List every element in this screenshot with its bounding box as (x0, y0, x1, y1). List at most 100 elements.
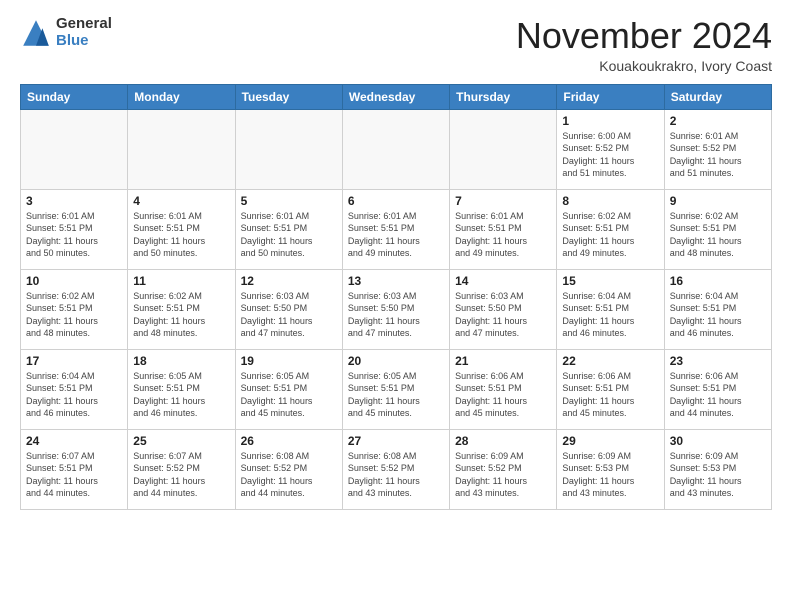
calendar-cell: 23 Sunrise: 6:06 AMSunset: 5:51 PMDayligh… (664, 349, 771, 429)
calendar-cell: 1 Sunrise: 6:00 AMSunset: 5:52 PMDaylight… (557, 109, 664, 189)
day-number: 16 (670, 274, 766, 288)
logo-blue: Blue (56, 33, 112, 50)
day-number: 6 (348, 194, 444, 208)
day-number: 11 (133, 274, 229, 288)
calendar-header-row: SundayMondayTuesdayWednesdayThursdayFrid… (21, 84, 772, 109)
header: General Blue November 2024 Kouakoukrakro… (20, 16, 772, 74)
cell-info: Sunrise: 6:03 AMSunset: 5:50 PMDaylight:… (348, 290, 444, 340)
day-number: 7 (455, 194, 551, 208)
calendar-cell: 28Sunrise: 6:09 AMSunset: 5:52 PMDayligh… (450, 429, 557, 509)
calendar-week-2: 3 Sunrise: 6:01 AMSunset: 5:51 PMDaylight… (21, 189, 772, 269)
calendar-cell (235, 109, 342, 189)
cell-info: Sunrise: 6:09 AMSunset: 5:53 PMDaylight:… (562, 450, 658, 500)
day-number: 21 (455, 354, 551, 368)
calendar-cell: 10 Sunrise: 6:02 AMSunset: 5:51 PMDayligh… (21, 269, 128, 349)
calendar-cell: 25 Sunrise: 6:07 AMSunset: 5:52 PMDayligh… (128, 429, 235, 509)
calendar-cell: 20 Sunrise: 6:05 AMSunset: 5:51 PMDayligh… (342, 349, 449, 429)
calendar-cell: 19Sunrise: 6:05 AMSunset: 5:51 PMDayligh… (235, 349, 342, 429)
calendar-cell: 13 Sunrise: 6:03 AMSunset: 5:50 PMDayligh… (342, 269, 449, 349)
day-number: 1 (562, 114, 658, 128)
day-number: 17 (26, 354, 122, 368)
calendar-cell: 30 Sunrise: 6:09 AMSunset: 5:53 PMDayligh… (664, 429, 771, 509)
day-number: 18 (133, 354, 229, 368)
calendar-cell: 7 Sunrise: 6:01 AMSunset: 5:51 PMDaylight… (450, 189, 557, 269)
calendar-cell: 15 Sunrise: 6:04 AMSunset: 5:51 PMDayligh… (557, 269, 664, 349)
day-number: 28 (455, 434, 551, 448)
calendar-subtitle: Kouakoukrakro, Ivory Coast (516, 58, 772, 74)
day-number: 24 (26, 434, 122, 448)
day-number: 14 (455, 274, 551, 288)
cell-info: Sunrise: 6:04 AMSunset: 5:51 PMDaylight:… (26, 370, 122, 420)
cell-info: Sunrise: 6:07 AMSunset: 5:52 PMDaylight:… (133, 450, 229, 500)
cell-info: Sunrise: 6:01 AMSunset: 5:51 PMDaylight:… (26, 210, 122, 260)
calendar-week-3: 10 Sunrise: 6:02 AMSunset: 5:51 PMDayligh… (21, 269, 772, 349)
day-number: 4 (133, 194, 229, 208)
logo-text: General Blue (56, 16, 112, 49)
cell-info: Sunrise: 6:07 AMSunset: 5:51 PMDaylight:… (26, 450, 122, 500)
day-number: 30 (670, 434, 766, 448)
calendar-cell: 22 Sunrise: 6:06 AMSunset: 5:51 PMDayligh… (557, 349, 664, 429)
col-header-thursday: Thursday (450, 84, 557, 109)
day-number: 26 (241, 434, 337, 448)
day-number: 20 (348, 354, 444, 368)
calendar-cell: 29Sunrise: 6:09 AMSunset: 5:53 PMDayligh… (557, 429, 664, 509)
col-header-saturday: Saturday (664, 84, 771, 109)
cell-info: Sunrise: 6:09 AMSunset: 5:53 PMDaylight:… (670, 450, 766, 500)
calendar-cell: 2Sunrise: 6:01 AMSunset: 5:52 PMDaylight… (664, 109, 771, 189)
cell-info: Sunrise: 6:02 AMSunset: 5:51 PMDaylight:… (26, 290, 122, 340)
cell-info: Sunrise: 6:03 AMSunset: 5:50 PMDaylight:… (241, 290, 337, 340)
calendar-week-1: 1 Sunrise: 6:00 AMSunset: 5:52 PMDaylight… (21, 109, 772, 189)
calendar-cell: 4 Sunrise: 6:01 AMSunset: 5:51 PMDaylight… (128, 189, 235, 269)
cell-info: Sunrise: 6:01 AMSunset: 5:51 PMDaylight:… (241, 210, 337, 260)
calendar-cell: 27Sunrise: 6:08 AMSunset: 5:52 PMDayligh… (342, 429, 449, 509)
col-header-sunday: Sunday (21, 84, 128, 109)
day-number: 25 (133, 434, 229, 448)
calendar-cell: 24 Sunrise: 6:07 AMSunset: 5:51 PMDayligh… (21, 429, 128, 509)
day-number: 2 (670, 114, 766, 128)
day-number: 9 (670, 194, 766, 208)
cell-info: Sunrise: 6:02 AMSunset: 5:51 PMDaylight:… (670, 210, 766, 260)
day-number: 23 (670, 354, 766, 368)
day-number: 19 (241, 354, 337, 368)
calendar-cell: 5 Sunrise: 6:01 AMSunset: 5:51 PMDaylight… (235, 189, 342, 269)
col-header-monday: Monday (128, 84, 235, 109)
cell-info: Sunrise: 6:00 AMSunset: 5:52 PMDaylight:… (562, 130, 658, 180)
logo: General Blue (20, 16, 112, 49)
calendar-cell: 3 Sunrise: 6:01 AMSunset: 5:51 PMDaylight… (21, 189, 128, 269)
day-number: 10 (26, 274, 122, 288)
cell-info: Sunrise: 6:05 AMSunset: 5:51 PMDaylight:… (348, 370, 444, 420)
cell-info: Sunrise: 6:01 AMSunset: 5:51 PMDaylight:… (455, 210, 551, 260)
calendar-cell (450, 109, 557, 189)
day-number: 12 (241, 274, 337, 288)
col-header-tuesday: Tuesday (235, 84, 342, 109)
day-number: 3 (26, 194, 122, 208)
cell-info: Sunrise: 6:01 AMSunset: 5:51 PMDaylight:… (348, 210, 444, 260)
day-number: 22 (562, 354, 658, 368)
calendar-cell (342, 109, 449, 189)
cell-info: Sunrise: 6:02 AMSunset: 5:51 PMDaylight:… (562, 210, 658, 260)
calendar-cell: 14Sunrise: 6:03 AMSunset: 5:50 PMDayligh… (450, 269, 557, 349)
calendar-table: SundayMondayTuesdayWednesdayThursdayFrid… (20, 84, 772, 510)
logo-icon (20, 17, 52, 49)
calendar-cell: 6 Sunrise: 6:01 AMSunset: 5:51 PMDaylight… (342, 189, 449, 269)
calendar-cell: 12 Sunrise: 6:03 AMSunset: 5:50 PMDayligh… (235, 269, 342, 349)
cell-info: Sunrise: 6:08 AMSunset: 5:52 PMDaylight:… (348, 450, 444, 500)
cell-info: Sunrise: 6:06 AMSunset: 5:51 PMDaylight:… (562, 370, 658, 420)
cell-info: Sunrise: 6:01 AMSunset: 5:51 PMDaylight:… (133, 210, 229, 260)
calendar-cell: 16Sunrise: 6:04 AMSunset: 5:51 PMDayligh… (664, 269, 771, 349)
calendar-title: November 2024 (516, 16, 772, 56)
calendar-cell: 9 Sunrise: 6:02 AMSunset: 5:51 PMDaylight… (664, 189, 771, 269)
cell-info: Sunrise: 6:06 AMSunset: 5:51 PMDaylight:… (670, 370, 766, 420)
day-number: 13 (348, 274, 444, 288)
day-number: 5 (241, 194, 337, 208)
calendar-cell: 26Sunrise: 6:08 AMSunset: 5:52 PMDayligh… (235, 429, 342, 509)
calendar-cell: 11Sunrise: 6:02 AMSunset: 5:51 PMDayligh… (128, 269, 235, 349)
col-header-wednesday: Wednesday (342, 84, 449, 109)
cell-info: Sunrise: 6:04 AMSunset: 5:51 PMDaylight:… (562, 290, 658, 340)
title-block: November 2024 Kouakoukrakro, Ivory Coast (516, 16, 772, 74)
logo-general: General (56, 16, 112, 33)
cell-info: Sunrise: 6:06 AMSunset: 5:51 PMDaylight:… (455, 370, 551, 420)
calendar-cell: 18Sunrise: 6:05 AMSunset: 5:51 PMDayligh… (128, 349, 235, 429)
calendar-week-4: 17 Sunrise: 6:04 AMSunset: 5:51 PMDayligh… (21, 349, 772, 429)
day-number: 15 (562, 274, 658, 288)
